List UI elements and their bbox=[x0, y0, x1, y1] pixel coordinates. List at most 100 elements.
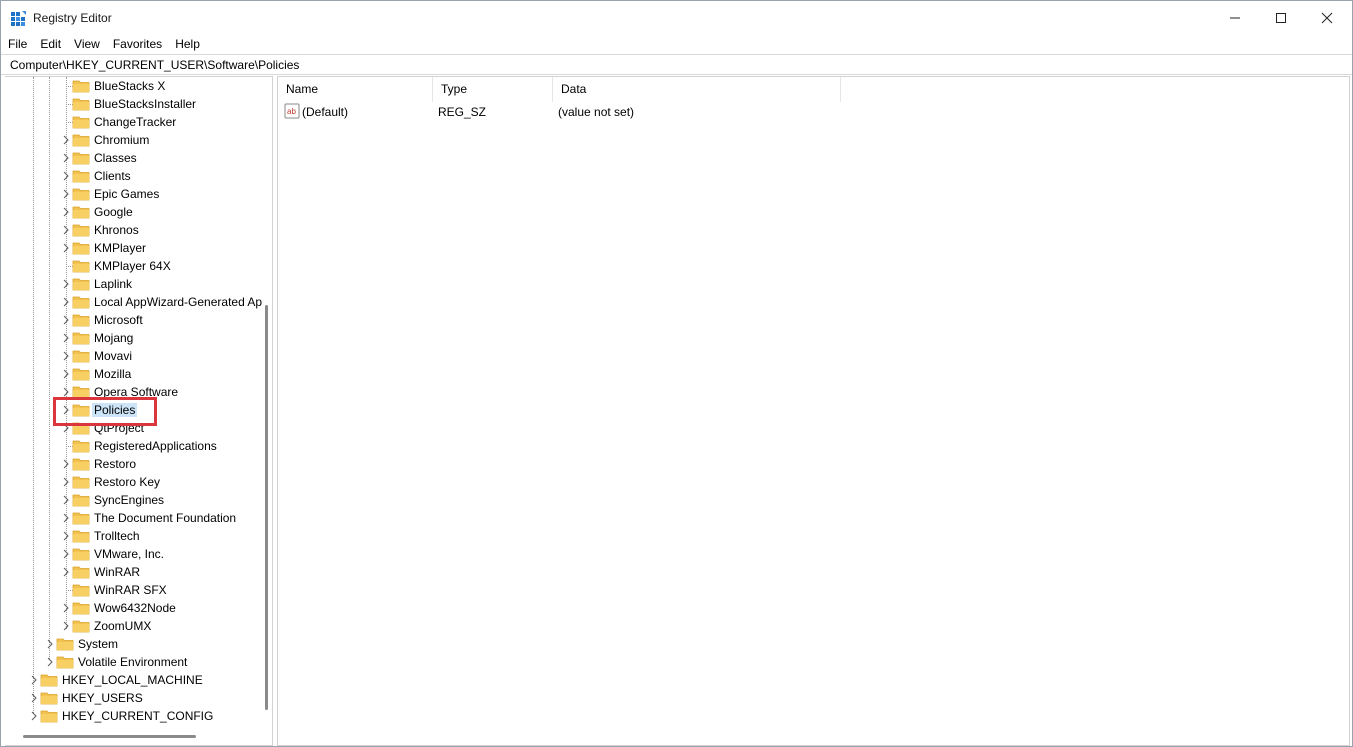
tree-node-label: WinRAR SFX bbox=[92, 583, 169, 597]
chevron-right-icon[interactable] bbox=[61, 491, 71, 509]
tree-node[interactable]: ChangeTracker bbox=[5, 113, 265, 131]
window-title: Registry Editor bbox=[33, 11, 112, 25]
tree-node-label: Microsoft bbox=[92, 313, 145, 327]
close-button[interactable] bbox=[1304, 1, 1350, 35]
tree-node[interactable]: WinRAR bbox=[5, 563, 265, 581]
chevron-right-icon[interactable] bbox=[61, 545, 71, 563]
menu-file[interactable]: File bbox=[1, 35, 33, 53]
menu-favorites[interactable]: Favorites bbox=[106, 35, 168, 53]
tree-node[interactable]: RegisteredApplications bbox=[5, 437, 265, 455]
tree-node[interactable]: Restoro bbox=[5, 455, 265, 473]
chevron-right-icon[interactable] bbox=[61, 167, 71, 185]
folder-icon bbox=[72, 546, 90, 562]
tree-node-label: System bbox=[76, 637, 120, 651]
tree-node[interactable]: KMPlayer bbox=[5, 239, 265, 257]
tree-node[interactable]: Epic Games bbox=[5, 185, 265, 203]
menu-view[interactable]: View bbox=[67, 35, 106, 53]
menu-help[interactable]: Help bbox=[168, 35, 206, 53]
chevron-right-icon[interactable] bbox=[45, 653, 55, 671]
chevron-right-icon[interactable] bbox=[29, 671, 39, 689]
tree-node[interactable]: VMware, Inc. bbox=[5, 545, 265, 563]
tree-node-label: Movavi bbox=[92, 349, 134, 363]
chevron-right-icon[interactable] bbox=[61, 221, 71, 239]
tree-node[interactable]: Mojang bbox=[5, 329, 265, 347]
maximize-button[interactable] bbox=[1258, 1, 1304, 35]
chevron-right-icon[interactable] bbox=[61, 203, 71, 221]
tree-node[interactable]: HKEY_USERS bbox=[5, 689, 265, 707]
column-header-name[interactable]: Name bbox=[278, 77, 433, 102]
tree-node[interactable]: KMPlayer 64X bbox=[5, 257, 265, 275]
tree-node[interactable]: Chromium bbox=[5, 131, 265, 149]
chevron-right-icon[interactable] bbox=[45, 635, 55, 653]
address-bar[interactable]: Computer\HKEY_CURRENT_USER\Software\Poli… bbox=[1, 54, 1352, 75]
tree-vertical-scrollbar[interactable] bbox=[265, 305, 268, 710]
title-bar[interactable]: Registry Editor bbox=[1, 1, 1352, 35]
tree-node[interactable]: Local AppWizard-Generated Ap bbox=[5, 293, 265, 311]
chevron-right-icon[interactable] bbox=[61, 275, 71, 293]
tree-node-label: Laplink bbox=[92, 277, 134, 291]
address-path[interactable]: Computer\HKEY_CURRENT_USER\Software\Poli… bbox=[10, 58, 299, 72]
tree-node[interactable]: SyncEngines bbox=[5, 491, 265, 509]
chevron-right-icon[interactable] bbox=[61, 617, 71, 635]
tree-node[interactable]: System bbox=[5, 635, 265, 653]
chevron-right-icon[interactable] bbox=[61, 239, 71, 257]
tree-node[interactable]: ZoomUMX bbox=[5, 617, 265, 635]
tree-node[interactable]: HKEY_CURRENT_CONFIG bbox=[5, 707, 265, 725]
highlight-annotation bbox=[53, 397, 157, 426]
tree-node[interactable]: The Document Foundation bbox=[5, 509, 265, 527]
folder-icon bbox=[72, 150, 90, 166]
tree-node[interactable]: Volatile Environment bbox=[5, 653, 265, 671]
chevron-right-icon[interactable] bbox=[61, 329, 71, 347]
folder-icon bbox=[72, 114, 90, 130]
chevron-right-icon[interactable] bbox=[61, 473, 71, 491]
tree-node[interactable]: Mozilla bbox=[5, 365, 265, 383]
tree-horizontal-scrollbar[interactable] bbox=[23, 735, 196, 738]
chevron-right-icon[interactable] bbox=[29, 707, 39, 725]
tree-node[interactable]: WinRAR SFX bbox=[5, 581, 265, 599]
chevron-right-icon[interactable] bbox=[61, 347, 71, 365]
chevron-right-icon[interactable] bbox=[61, 311, 71, 329]
minimize-button[interactable] bbox=[1212, 1, 1258, 35]
folder-icon bbox=[72, 276, 90, 292]
tree-node-label: Restoro Key bbox=[92, 475, 162, 489]
folder-icon bbox=[72, 474, 90, 490]
tree-node-label: HKEY_CURRENT_CONFIG bbox=[60, 709, 215, 723]
value-name[interactable]: (Default) bbox=[302, 104, 348, 120]
folder-icon bbox=[72, 204, 90, 220]
chevron-right-icon[interactable] bbox=[61, 365, 71, 383]
registry-tree-pane[interactable]: BlueStacks XBlueStacksInstallerChangeTra… bbox=[5, 76, 273, 746]
tree-node[interactable]: BlueStacksInstaller bbox=[5, 95, 265, 113]
chevron-right-icon[interactable] bbox=[61, 509, 71, 527]
tree-node[interactable]: Restoro Key bbox=[5, 473, 265, 491]
chevron-right-icon[interactable] bbox=[61, 293, 71, 311]
chevron-right-icon[interactable] bbox=[61, 527, 71, 545]
folder-icon bbox=[72, 294, 90, 310]
tree-node[interactable]: Google bbox=[5, 203, 265, 221]
chevron-right-icon[interactable] bbox=[61, 563, 71, 581]
chevron-right-icon[interactable] bbox=[61, 149, 71, 167]
folder-icon bbox=[72, 222, 90, 238]
tree-node[interactable]: Laplink bbox=[5, 275, 265, 293]
tree-node[interactable]: HKEY_LOCAL_MACHINE bbox=[5, 671, 265, 689]
tree-node[interactable]: Classes bbox=[5, 149, 265, 167]
chevron-right-icon[interactable] bbox=[61, 599, 71, 617]
tree-node-label: Trolltech bbox=[92, 529, 142, 543]
chevron-right-icon[interactable] bbox=[61, 131, 71, 149]
minimize-icon bbox=[1229, 12, 1241, 24]
values-list-pane[interactable]: Name Type Data ab (Default) REG_SZ (valu… bbox=[277, 76, 1350, 746]
tree-node[interactable]: Wow6432Node bbox=[5, 599, 265, 617]
chevron-right-icon[interactable] bbox=[29, 689, 39, 707]
folder-icon bbox=[72, 618, 90, 634]
folder-icon bbox=[72, 240, 90, 256]
chevron-right-icon[interactable] bbox=[61, 185, 71, 203]
tree-node[interactable]: Movavi bbox=[5, 347, 265, 365]
menu-edit[interactable]: Edit bbox=[33, 35, 67, 53]
tree-node[interactable]: Clients bbox=[5, 167, 265, 185]
tree-node[interactable]: Trolltech bbox=[5, 527, 265, 545]
column-header-type[interactable]: Type bbox=[433, 77, 553, 102]
tree-node[interactable]: Khronos bbox=[5, 221, 265, 239]
column-header-data[interactable]: Data bbox=[553, 77, 841, 102]
tree-node[interactable]: BlueStacks X bbox=[5, 77, 265, 95]
tree-node[interactable]: Microsoft bbox=[5, 311, 265, 329]
chevron-right-icon[interactable] bbox=[61, 455, 71, 473]
